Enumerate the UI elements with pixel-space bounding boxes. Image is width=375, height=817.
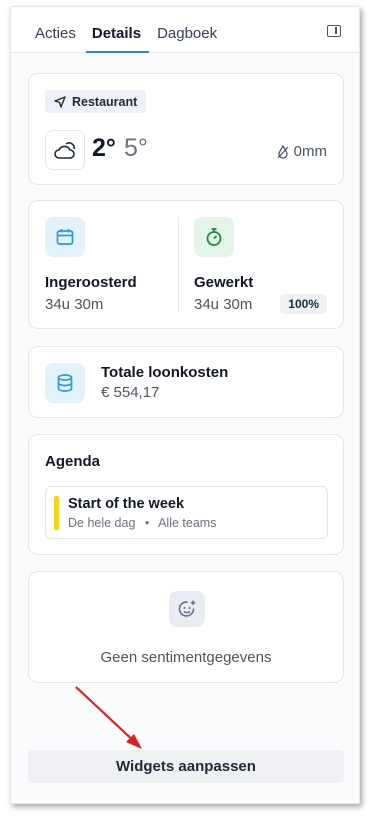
temperature-high: 5° xyxy=(124,134,148,162)
weather-card: Restaurant 2° 5° 0mm xyxy=(28,73,344,185)
event-meta: De hele dag • Alle teams xyxy=(68,516,216,530)
agenda-card: Agenda Start of the week De hele dag • A… xyxy=(28,434,344,555)
precipitation-value: 0mm xyxy=(293,143,327,160)
location-badge: Restaurant xyxy=(45,90,147,113)
costs-label: Totale loonkosten xyxy=(101,364,229,381)
agenda-title: Agenda xyxy=(45,453,101,470)
worked-value: 34u 30m xyxy=(194,296,253,313)
scheduled-icon-box xyxy=(45,217,85,257)
weather-icon-box xyxy=(45,130,85,170)
database-icon xyxy=(57,374,73,392)
worked-percent-badge: 100% xyxy=(280,294,327,314)
event-title: Start of the week xyxy=(68,496,185,512)
location-label: Restaurant xyxy=(72,94,138,109)
tab-bar: Acties Details Dagboek xyxy=(11,7,359,53)
precipitation: 0mm xyxy=(277,143,327,160)
sentiment-icon-box xyxy=(169,591,205,627)
smiley-icon xyxy=(178,600,196,617)
costs-value: € 554,17 xyxy=(101,384,160,401)
scheduled-value: 34u 30m xyxy=(45,296,104,313)
sentiment-empty-text: Geen sentimentgegevens xyxy=(100,649,272,666)
collapse-panel-icon[interactable] xyxy=(327,25,341,37)
hours-card: Ingeroosterd 34u 30m Gewerkt 34u 30m 100… xyxy=(28,200,344,329)
scheduled-label: Ingeroosterd xyxy=(45,274,137,291)
worked-label: Gewerkt xyxy=(194,274,254,291)
event-teams: Alle teams xyxy=(158,516,217,530)
agenda-event[interactable]: Start of the week De hele dag • Alle tea… xyxy=(45,486,328,539)
costs-icon-box xyxy=(45,363,85,403)
tab-dagboek[interactable]: Dagboek xyxy=(149,25,225,52)
cloud-sun-icon xyxy=(54,142,75,159)
navigation-arrow-icon xyxy=(54,95,66,108)
worked-icon-box xyxy=(194,217,234,257)
sentiment-card: Geen sentimentgegevens xyxy=(28,571,344,683)
tab-acties[interactable]: Acties xyxy=(27,25,84,52)
event-color-bar xyxy=(54,496,59,530)
annotation-arrow xyxy=(75,686,142,749)
droplet-off-icon xyxy=(277,144,289,159)
tab-details[interactable]: Details xyxy=(84,25,150,53)
hours-divider xyxy=(178,217,179,313)
event-when: De hele dag xyxy=(68,516,136,530)
calendar-icon xyxy=(56,229,74,245)
labor-costs-card: Totale loonkosten € 554,17 xyxy=(28,346,344,418)
event-separator: • xyxy=(144,516,150,530)
stopwatch-icon xyxy=(206,228,222,246)
temperature-low: 2° xyxy=(92,134,116,162)
